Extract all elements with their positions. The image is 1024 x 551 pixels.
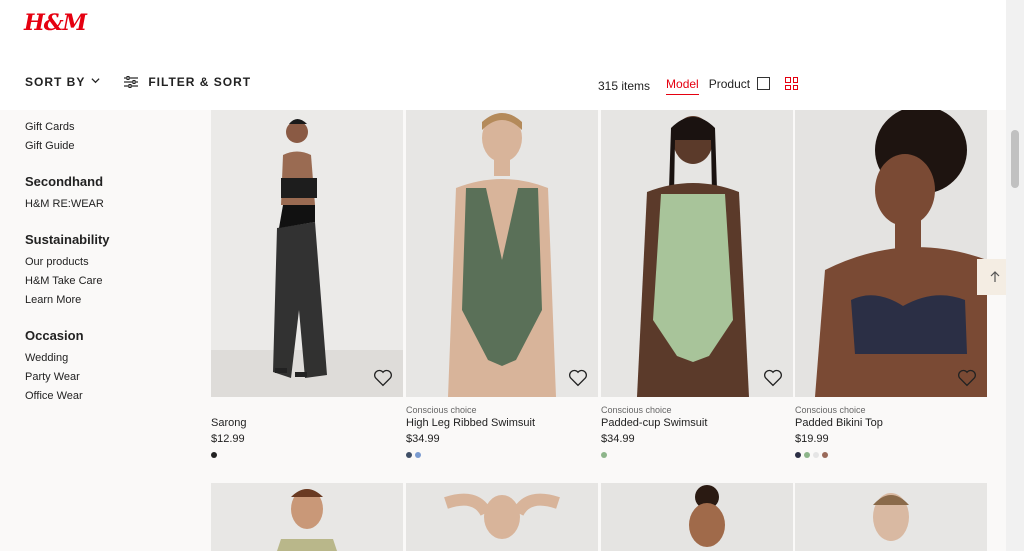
toolbar-right: 315 items Model Product (598, 77, 750, 95)
toolbar-left: SORT BY FILTER & SORT (25, 75, 251, 89)
product-image[interactable] (601, 110, 793, 397)
grid-view-icon[interactable] (785, 77, 798, 90)
arrow-up-icon (990, 271, 1000, 282)
product-image[interactable] (795, 483, 987, 551)
product-price: $34.99 (406, 433, 440, 445)
sidebar-nav: Gift Cards Gift Guide Secondhand H&M RE:… (25, 118, 110, 406)
heart-icon[interactable] (373, 369, 393, 387)
product-card[interactable] (406, 110, 598, 397)
sidebar-link-party-wear[interactable]: Party Wear (25, 368, 110, 387)
product-card[interactable] (601, 110, 793, 397)
product-name[interactable]: Padded-cup Swimsuit (601, 417, 707, 429)
sort-by-label: SORT BY (25, 75, 86, 89)
product-image[interactable] (601, 483, 793, 551)
header: H&M SORT BY FILTER & SORT 315 items Mode… (0, 0, 1024, 110)
product-price: $12.99 (211, 433, 245, 445)
view-product-toggle[interactable]: Product (709, 77, 750, 95)
product-name[interactable]: High Leg Ribbed Swimsuit (406, 417, 535, 429)
product-image[interactable] (211, 483, 403, 551)
color-swatch[interactable] (795, 452, 801, 458)
product-image[interactable] (406, 483, 598, 551)
color-swatches (211, 452, 217, 458)
filter-sort-button[interactable]: FILTER & SORT (124, 75, 251, 89)
sidebar-link-office-wear[interactable]: Office Wear (25, 387, 110, 406)
sort-by-button[interactable]: SORT BY (25, 75, 100, 89)
product-card[interactable] (795, 110, 987, 397)
conscious-choice-tag: Conscious choice (601, 405, 672, 415)
filter-sort-label: FILTER & SORT (148, 75, 252, 89)
color-swatches (406, 452, 421, 458)
sidebar-link-rewear[interactable]: H&M RE:WEAR (25, 195, 110, 214)
color-swatch[interactable] (804, 452, 810, 458)
sidebar-link-wedding[interactable]: Wedding (25, 349, 110, 368)
product-card[interactable] (211, 110, 403, 397)
conscious-choice-tag: Conscious choice (406, 405, 477, 415)
page-scrollbar[interactable] (1006, 0, 1024, 551)
product-name[interactable]: Padded Bikini Top (795, 417, 883, 429)
sidebar-link-gift-guide[interactable]: Gift Guide (25, 137, 110, 156)
product-image[interactable] (211, 110, 403, 397)
single-column-view-icon[interactable] (757, 77, 770, 90)
product-image[interactable] (406, 110, 598, 397)
sidebar-heading-occasion: Occasion (25, 328, 84, 343)
sidebar-heading-sustainability: Sustainability (25, 232, 110, 247)
sidebar-link-take-care[interactable]: H&M Take Care (25, 272, 110, 291)
brand-logo[interactable]: H&M (24, 10, 87, 36)
view-model-toggle[interactable]: Model (666, 77, 699, 95)
product-name[interactable]: Sarong (211, 417, 246, 429)
heart-icon[interactable] (763, 369, 783, 387)
color-swatch[interactable] (415, 452, 421, 458)
sidebar-link-our-products[interactable]: Our products (25, 253, 110, 272)
conscious-choice-tag: Conscious choice (795, 405, 866, 415)
heart-icon[interactable] (568, 369, 588, 387)
product-image[interactable] (795, 110, 987, 397)
color-swatch[interactable] (813, 452, 819, 458)
sidebar-link-gift-cards[interactable]: Gift Cards (25, 118, 110, 137)
heart-icon[interactable] (957, 369, 977, 387)
color-swatch[interactable] (406, 452, 412, 458)
sidebar-heading-secondhand: Secondhand (25, 174, 104, 189)
sidebar-link-learn-more[interactable]: Learn More (25, 291, 110, 310)
color-swatch[interactable] (601, 452, 607, 458)
color-swatches (601, 452, 607, 458)
filter-sliders-icon (124, 76, 139, 88)
product-price: $34.99 (601, 433, 635, 445)
chevron-down-icon (91, 77, 100, 83)
color-swatches (795, 452, 828, 458)
color-swatch[interactable] (211, 452, 217, 458)
item-count: 315 items (598, 79, 651, 93)
color-swatch[interactable] (822, 452, 828, 458)
scrollbar-thumb[interactable] (1011, 130, 1019, 188)
product-price: $19.99 (795, 433, 829, 445)
